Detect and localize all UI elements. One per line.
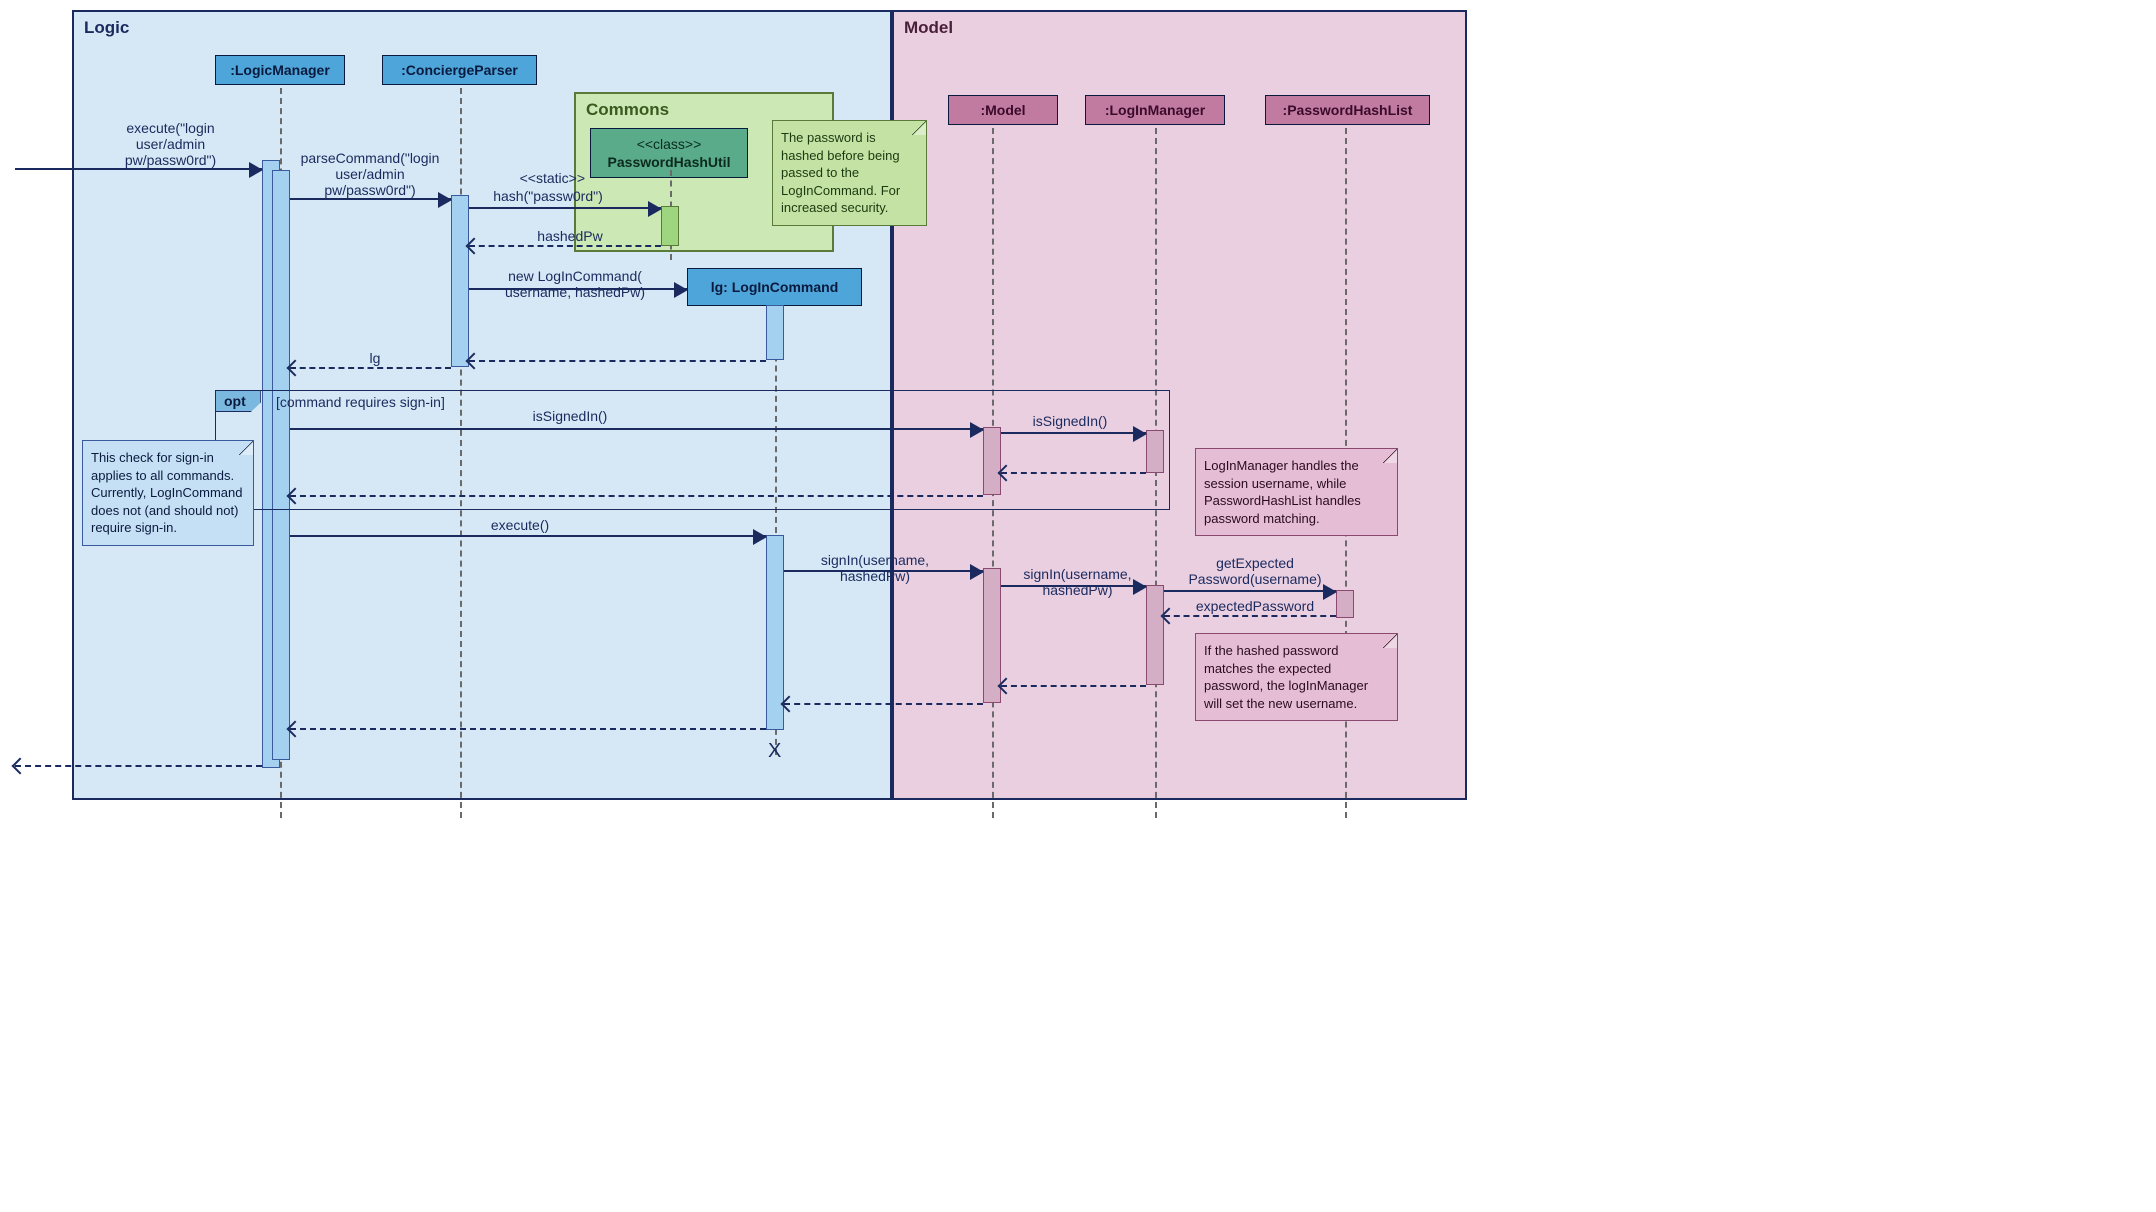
container-model-label: Model <box>904 18 953 38</box>
arrow-hash <box>469 207 661 209</box>
msg-parse-command: parseCommand("login user/admin pw/passw0… <box>290 150 450 198</box>
msg-hash: hash("passw0rd") <box>478 188 618 204</box>
note-fold-icon <box>1383 634 1397 648</box>
arrow-final-return <box>15 765 262 767</box>
container-logic-label: Logic <box>84 18 129 38</box>
activation-password-hash-util <box>661 206 679 246</box>
lifeline-model: :Model <box>948 95 1058 125</box>
arrow-execute-login <box>15 168 262 170</box>
activation-concierge-parser <box>451 195 469 367</box>
arrow-signin1-return <box>784 703 983 705</box>
arrow-signin2-return <box>1001 685 1146 687</box>
arrow-new-login-command <box>469 288 687 290</box>
msg-static: <<static>> <box>505 170 585 186</box>
msg-getexpectedpw: getExpected Password(username) <box>1175 555 1335 587</box>
lifeline-password-hash-util: <<class>> PasswordHashUtil <box>590 128 748 178</box>
msg-execute: execute() <box>470 517 570 533</box>
arrow-parse-command <box>290 198 451 200</box>
sequence-diagram: Logic Model Commons :LogicManager :Conci… <box>10 10 1470 820</box>
note-hash: The password is hashed before being pass… <box>772 120 927 226</box>
fragment-opt-guard: [command requires sign-in] <box>276 394 445 410</box>
msg-execute-login: execute("login user/admin pw/passw0rd") <box>88 120 253 168</box>
activation-login-manager-signin <box>1146 585 1164 685</box>
lifeline-password-hash-list: :PasswordHashList <box>1265 95 1430 125</box>
arrow-hashedpw <box>469 245 661 247</box>
fragment-opt-label: opt <box>216 391 261 412</box>
note-login-manager: LogInManager handles the session usernam… <box>1195 448 1398 536</box>
note-fold-icon <box>912 121 926 135</box>
note-fold-icon <box>239 441 253 455</box>
note-password-match: If the hashed password matches the expec… <box>1195 633 1398 721</box>
fragment-opt: opt [command requires sign-in] <box>215 390 1170 510</box>
arrow-execute-return <box>290 728 766 730</box>
lifeline-logic-manager: :LogicManager <box>215 55 345 85</box>
msg-signin1: signIn(username, hashedPw) <box>800 552 950 584</box>
activation-login-command-execute <box>766 535 784 730</box>
activation-password-hash-list <box>1336 590 1354 618</box>
arrow-getexpectedpw <box>1164 590 1336 592</box>
msg-lg: lg <box>355 350 395 366</box>
msg-hashedpw: hashedPw <box>520 228 620 244</box>
msg-expectedpw: expectedPassword <box>1180 598 1330 614</box>
msg-signin2: signIn(username, hashedPw) <box>1005 566 1150 598</box>
lifeline-login-command: lg: LogInCommand <box>687 268 862 306</box>
arrow-lg <box>290 367 451 369</box>
lifeline-login-manager: :LogInManager <box>1085 95 1225 125</box>
activation-model-signin <box>983 568 1001 703</box>
arrow-login-command-create-return <box>469 360 766 362</box>
arrow-execute <box>290 535 766 537</box>
arrow-expectedpw <box>1164 615 1336 617</box>
msg-new-login-command: new LogInCommand( username, hashedPw) <box>480 268 670 300</box>
destroy-login-command: X <box>768 740 781 763</box>
note-signin-check: This check for sign-in applies to all co… <box>82 440 254 546</box>
container-commons-label: Commons <box>586 100 669 120</box>
note-fold-icon <box>1383 449 1397 463</box>
activation-login-command-create <box>766 305 784 360</box>
diagram-canvas: Logic Model Commons :LogicManager :Conci… <box>0 10 2156 1212</box>
arrow-signin1 <box>784 570 983 572</box>
arrow-signin2 <box>1001 585 1146 587</box>
lifeline-concierge-parser: :ConciergeParser <box>382 55 537 85</box>
